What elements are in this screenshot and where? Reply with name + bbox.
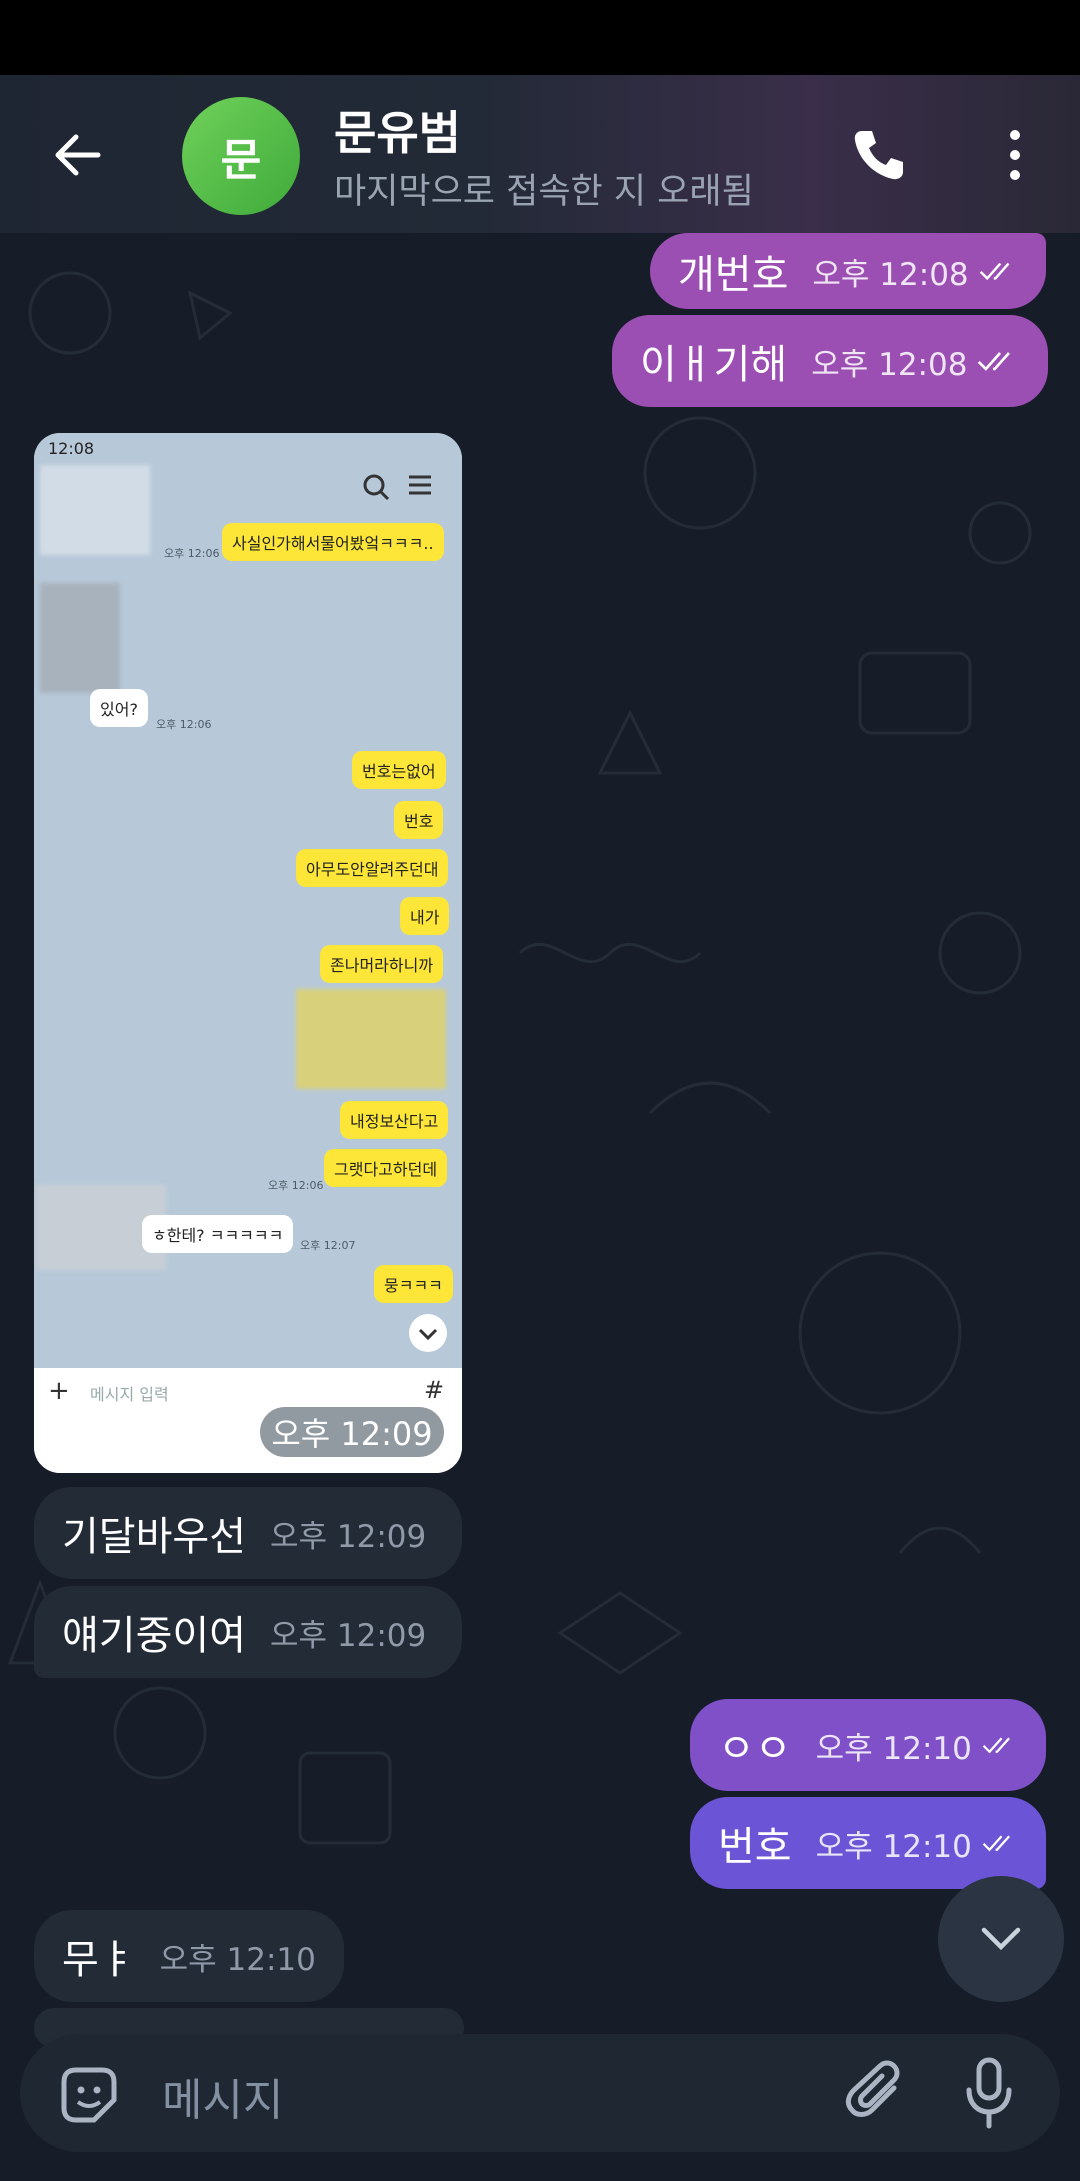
last-seen-status: 마지막으로 접속한 지 오래됨 (334, 172, 754, 212)
message-composer[interactable]: 메시지 (20, 2034, 1060, 2152)
back-arrow-icon[interactable] (48, 125, 108, 185)
embedded-bubble-right: 사실인가해서물어봤엌ㅋㅋㅋ.. (222, 523, 444, 561)
embedded-bubble-right: 존나머라하니까 (320, 945, 444, 983)
phone-icon[interactable] (848, 125, 908, 185)
embedded-bubble-right: 그랫다고하던데 (324, 1149, 448, 1187)
avatar[interactable]: 문 (182, 97, 300, 215)
message-text: ㅇㅇ (718, 1726, 792, 1772)
message-time: 오후 12:10 (159, 1941, 316, 1978)
message-outgoing[interactable]: 이ㅐ기해 오후 12:08 (612, 315, 1048, 407)
image-timestamp: 오후 12:09 (260, 1407, 444, 1457)
embedded-timestamp: 오후 12:06 (164, 547, 220, 560)
contact-name[interactable]: 문유범 (334, 97, 461, 163)
system-status-bar (0, 0, 1080, 75)
message-time: 오후 12:10 (815, 1730, 972, 1767)
embedded-bubble-right: 내정보산다고 (340, 1101, 449, 1139)
embedded-bubble-left: ㅎ한테? ㅋㅋㅋㅋㅋ (142, 1215, 294, 1253)
message-time: 오후 12:10 (815, 1828, 972, 1865)
double-check-icon (982, 1835, 1010, 1852)
message-time: 오후 12:09 (270, 1617, 427, 1654)
message-text: 무ㅑ (62, 1937, 136, 1983)
double-check-icon (979, 262, 1010, 281)
embedded-input-placeholder: 메시지 입력 (90, 1385, 169, 1404)
message-text: 이ㅐ기해 (640, 342, 788, 388)
chevron-down-icon (981, 1927, 1021, 1951)
redacted-block (296, 989, 446, 1089)
chevron-down-icon (409, 1314, 447, 1352)
embedded-status-bar: 12:08 (34, 433, 462, 463)
redacted-avatar (40, 583, 120, 693)
double-check-icon (978, 352, 1011, 371)
more-vert-icon[interactable] (1000, 125, 1030, 185)
paperclip-icon[interactable] (842, 2058, 912, 2128)
message-time: 오후 12:09 (270, 1518, 427, 1555)
redacted-avatar (40, 465, 150, 555)
message-incoming[interactable]: 무ㅑ 오후 12:10 (34, 1910, 344, 2002)
embedded-bubble-right: 아무도안알려주던대 (296, 849, 449, 887)
message-text: 개번호 (678, 252, 789, 298)
embedded-bubble-right: 번호는없어 (352, 751, 446, 789)
message-incoming[interactable]: 기달바우선 오후 12:09 (34, 1487, 462, 1579)
message-text: 기달바우선 (62, 1514, 246, 1560)
double-check-icon (982, 1737, 1010, 1754)
message-time: 오후 12:08 (811, 346, 968, 383)
message-outgoing[interactable]: 번호 오후 12:10 (690, 1797, 1046, 1889)
message-incoming[interactable]: 얘기중이여 오후 12:09 (34, 1586, 462, 1678)
embedded-timestamp: 오후 12:07 (300, 1239, 356, 1252)
sticker-icon[interactable] (56, 2062, 122, 2128)
message-outgoing[interactable]: 개번호 오후 12:08 (650, 233, 1046, 309)
shared-screenshot-image[interactable]: 12:08 사실인가해서물어봤엌ㅋㅋㅋ.. 오후 12:06 있어? 오후 12… (34, 433, 462, 1473)
embedded-bubble-right: 뭉ㅋㅋㅋ (374, 1265, 453, 1303)
message-time: 오후 12:08 (812, 256, 969, 293)
embedded-timestamp: 오후 12:06 (268, 1179, 324, 1192)
message-outgoing[interactable]: ㅇㅇ 오후 12:10 (690, 1699, 1046, 1791)
embedded-timestamp: 오후 12:06 (156, 718, 212, 731)
embedded-bubble-right: 내가 (400, 897, 450, 935)
message-text: 얘기중이여 (62, 1613, 246, 1659)
chat-header: 문 문유범 마지막으로 접속한 지 오래됨 (0, 75, 1080, 233)
message-input[interactable]: 메시지 (162, 2064, 283, 2128)
message-text: 번호 (718, 1824, 792, 1870)
scroll-down-button[interactable] (938, 1876, 1064, 2002)
embedded-bubble-right: 번호 (394, 801, 444, 839)
embedded-bubble-left: 있어? (90, 689, 148, 727)
microphone-icon[interactable] (964, 2056, 1014, 2130)
